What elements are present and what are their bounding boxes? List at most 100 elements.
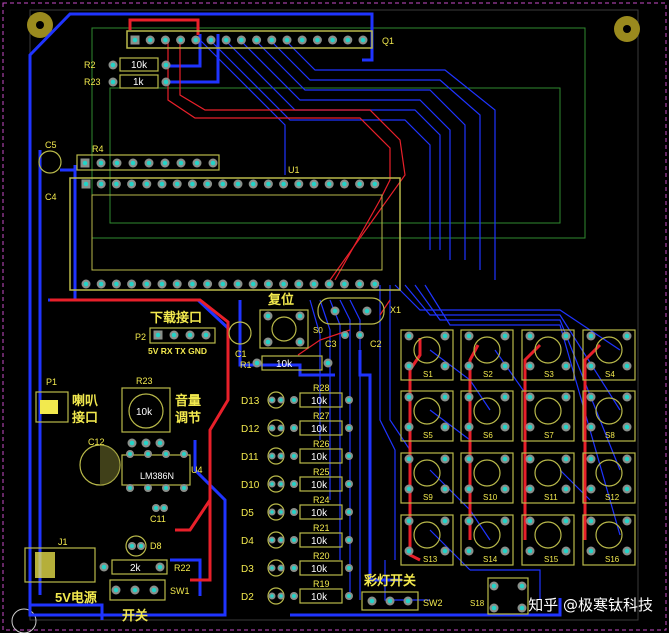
pad (362, 306, 372, 316)
pad (464, 392, 474, 402)
pad (161, 60, 171, 70)
label-sw1: SW1 (170, 586, 190, 596)
pad (312, 35, 322, 45)
label-u1: U1 (288, 165, 300, 175)
pad (355, 279, 365, 289)
value-led-res: 10k (311, 592, 328, 603)
pad (99, 562, 109, 572)
label-c12: C12 (88, 437, 105, 447)
pad (180, 450, 188, 458)
label-led: D12 (241, 424, 260, 435)
pad (172, 179, 182, 189)
pad (586, 392, 596, 402)
pad (500, 392, 510, 402)
pad (343, 35, 353, 45)
label-led-res: R24 (313, 495, 330, 505)
pad (464, 484, 474, 494)
label-key: S10 (483, 493, 498, 502)
label-led: D13 (241, 396, 260, 407)
pad (263, 279, 273, 289)
pad (142, 279, 152, 289)
pad (263, 337, 273, 347)
pad (370, 179, 380, 189)
pad (128, 542, 136, 550)
pad (290, 536, 298, 544)
value-r23-pot: 10k (136, 407, 153, 418)
label-led-res: R21 (313, 523, 330, 533)
pad (586, 516, 596, 526)
pad (277, 592, 285, 600)
pad (267, 35, 277, 45)
value-led-res: 10k (311, 452, 328, 463)
pad (440, 484, 450, 494)
pad (130, 35, 140, 45)
pad (169, 330, 179, 340)
pad (290, 592, 298, 600)
pad (96, 279, 106, 289)
label-u4: U4 (191, 465, 203, 475)
pad (561, 454, 571, 464)
pad (309, 179, 319, 189)
pad (218, 279, 228, 289)
pad (187, 179, 197, 189)
pad (268, 508, 276, 516)
pad (282, 35, 292, 45)
pad (290, 564, 298, 572)
pad (404, 361, 414, 371)
pad (203, 179, 213, 189)
value-led-res: 10k (311, 424, 328, 435)
pad (345, 508, 353, 516)
pad (233, 179, 243, 189)
pad (176, 35, 186, 45)
pad (500, 361, 510, 371)
pad (356, 331, 364, 339)
reset-label: 复位 (267, 292, 294, 307)
label-led-res: R26 (313, 439, 330, 449)
label-key: S2 (483, 370, 493, 379)
pad (622, 392, 632, 402)
pad (440, 516, 450, 526)
pad (144, 158, 154, 168)
pad (144, 484, 152, 492)
pad (160, 158, 170, 168)
pad (127, 279, 137, 289)
pad (145, 35, 155, 45)
pad (294, 279, 304, 289)
amp-chip: LM386N (140, 471, 174, 481)
pad (290, 424, 298, 432)
pad (345, 424, 353, 432)
pad (404, 331, 414, 341)
pad (500, 546, 510, 556)
label-c5: C5 (45, 140, 57, 150)
pad (268, 564, 276, 572)
pad (142, 179, 152, 189)
pad (464, 546, 474, 556)
pad (290, 480, 298, 488)
pad (263, 311, 273, 321)
pad (161, 77, 171, 87)
pad (153, 330, 163, 340)
volume-line1: 音量 (175, 393, 201, 408)
pad (236, 35, 246, 45)
download-title: 下载接口 (150, 310, 202, 325)
pad (586, 454, 596, 464)
pad (126, 484, 134, 492)
pad (191, 35, 201, 45)
pad (517, 603, 527, 613)
label-key: S11 (544, 493, 558, 502)
pad (345, 536, 353, 544)
pad (404, 392, 414, 402)
speaker-line2: 接口 (72, 410, 98, 425)
pad (464, 422, 474, 432)
pad (252, 358, 262, 368)
value-r1: 10k (276, 359, 293, 370)
pad (80, 158, 90, 168)
pad (525, 516, 535, 526)
power-label: 5V电源 (55, 590, 97, 605)
label-r1: R1 (240, 360, 252, 370)
label-r23-top: R23 (84, 77, 101, 87)
value-led-res: 10k (311, 508, 328, 519)
pad (309, 279, 319, 289)
label-j1: J1 (58, 537, 68, 547)
pad (277, 480, 285, 488)
